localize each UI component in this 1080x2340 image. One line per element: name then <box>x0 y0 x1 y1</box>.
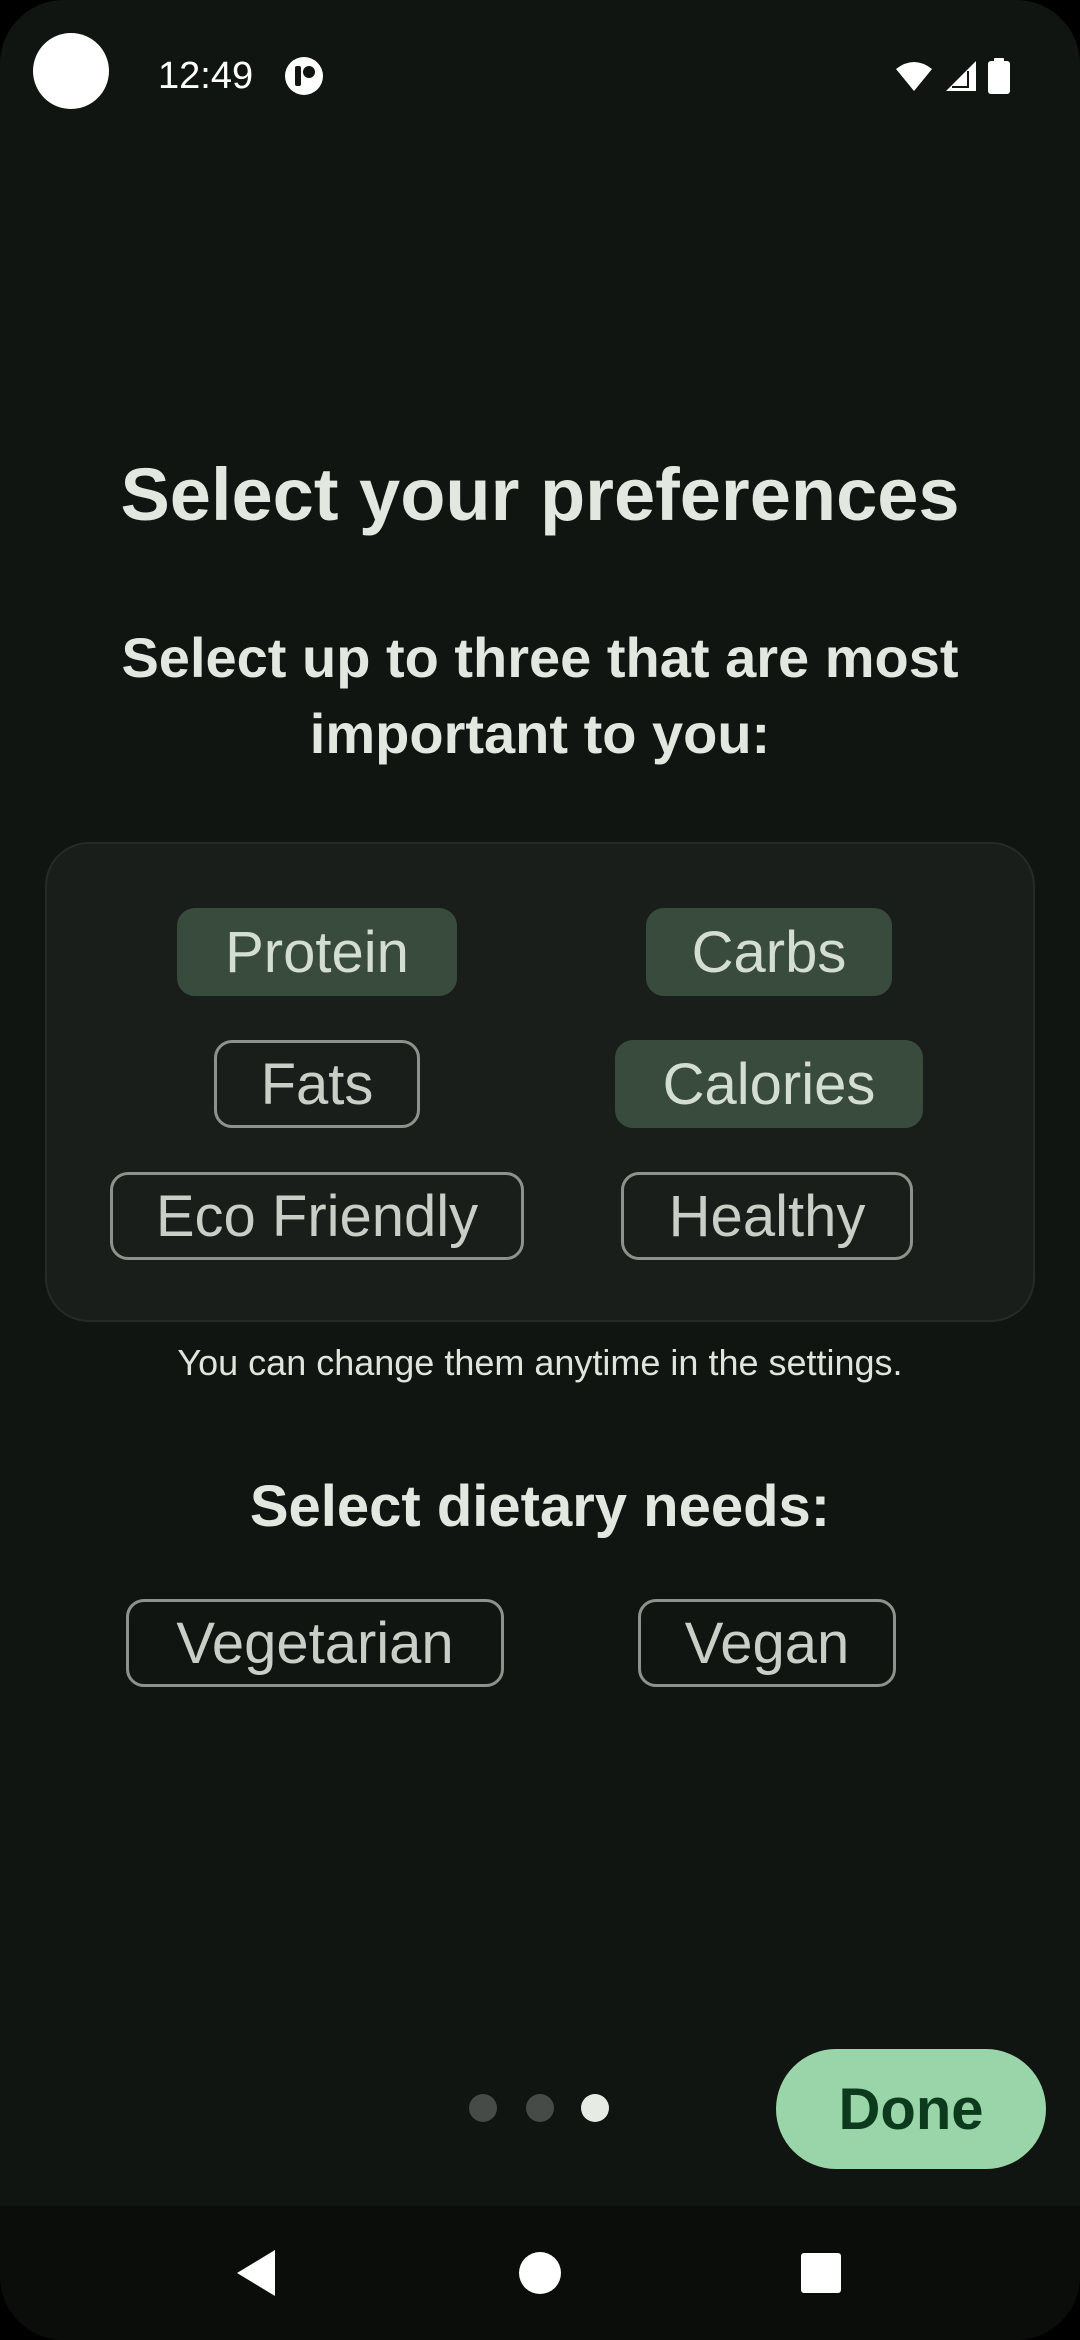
chip-healthy[interactable]: Healthy <box>621 1172 913 1260</box>
home-icon <box>519 2252 561 2294</box>
preferences-subtitle: Select up to three that are most importa… <box>121 626 959 765</box>
back-icon <box>237 2250 275 2296</box>
page-title: Select your preferences <box>120 453 960 536</box>
status-bar: 12:49 <box>0 0 1080 150</box>
pager-dot-2 <box>526 2094 554 2122</box>
app-notification-icon <box>285 57 323 95</box>
back-button[interactable] <box>212 2228 302 2318</box>
preferences-card: Protein Carbs Fats Calories Eco Friendly… <box>45 842 1035 1322</box>
wifi-icon <box>896 62 932 91</box>
camera-cutout <box>33 33 109 109</box>
cellular-signal-icon <box>946 61 976 91</box>
chip-fats[interactable]: Fats <box>214 1040 420 1128</box>
home-button[interactable] <box>495 2228 585 2318</box>
status-icons <box>894 56 1010 96</box>
pager-dot-3 <box>581 2094 609 2122</box>
settings-hint: You can change them anytime in the setti… <box>177 1342 903 1383</box>
chip-vegan[interactable]: Vegan <box>638 1599 896 1687</box>
dietary-needs-title: Select dietary needs: <box>249 1474 831 1539</box>
recents-icon <box>801 2253 841 2293</box>
done-button[interactable]: Done <box>776 2049 1046 2169</box>
chip-eco-friendly[interactable]: Eco Friendly <box>110 1172 524 1260</box>
navigation-bar <box>0 2206 1080 2340</box>
chip-carbs[interactable]: Carbs <box>646 908 892 996</box>
screen: 12:49 Select your preferences Select up … <box>0 0 1080 2340</box>
battery-icon <box>988 58 1010 94</box>
chip-calories[interactable]: Calories <box>615 1040 923 1128</box>
pager-dot-1 <box>469 2094 497 2122</box>
status-time: 12:49 <box>158 55 254 97</box>
chip-vegetarian[interactable]: Vegetarian <box>126 1599 504 1687</box>
recents-button[interactable] <box>776 2228 866 2318</box>
chip-protein[interactable]: Protein <box>177 908 457 996</box>
